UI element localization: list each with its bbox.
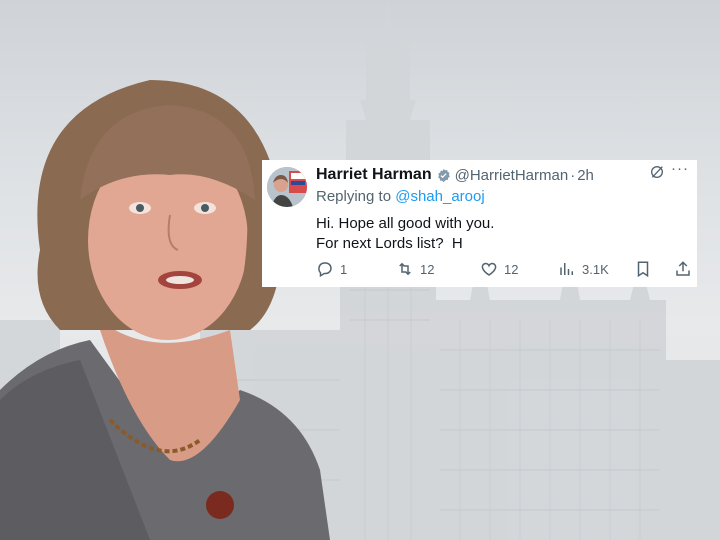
repost-icon [399, 262, 411, 276]
views-chart-icon [560, 263, 573, 275]
verified-badge-icon [437, 168, 450, 182]
reply-prefix: Replying to [316, 188, 392, 205]
views-button[interactable]: 3.1K [558, 260, 609, 278]
more-icon[interactable]: ··· [671, 160, 689, 177]
share-icon [676, 261, 690, 276]
reply-button[interactable]: 1 [316, 260, 347, 278]
bookmark-button[interactable] [634, 260, 658, 278]
tweet-text: Hi. Hope all good with you. For next Lor… [316, 214, 494, 254]
grok-icon[interactable] [649, 164, 665, 180]
handle[interactable]: @HarrietHarman [455, 167, 569, 184]
bookmark-icon [637, 261, 649, 278]
timestamp[interactable]: 2h [577, 167, 594, 184]
separator-dot: · [570, 166, 576, 184]
reply-count: 1 [340, 261, 348, 277]
display-name[interactable]: Harriet Harman [316, 166, 432, 184]
like-button[interactable]: 12 [480, 260, 518, 278]
reply-mention-link[interactable]: @shah_arooj [395, 188, 484, 205]
tweet-header: Harriet Harman @HarrietHarman · 2h [316, 164, 689, 186]
share-button[interactable] [674, 260, 698, 278]
view-count: 3.1K [582, 261, 609, 277]
replying-to: Replying to @shah_arooj [316, 188, 485, 205]
reply-icon [318, 262, 332, 278]
repost-button[interactable]: 12 [396, 260, 434, 278]
heart-icon [481, 262, 497, 276]
avatar[interactable] [267, 167, 307, 207]
tweet-text-line: For next Lords list? H [316, 235, 463, 252]
like-count: 12 [504, 261, 519, 277]
tweet-text-line: Hi. Hope all good with you. [316, 215, 495, 232]
repost-count: 12 [420, 261, 435, 277]
action-bar: 1 12 12 3.1K [316, 260, 690, 282]
tweet-card[interactable]: Harriet Harman @HarrietHarman · 2h ··· R… [262, 160, 697, 287]
